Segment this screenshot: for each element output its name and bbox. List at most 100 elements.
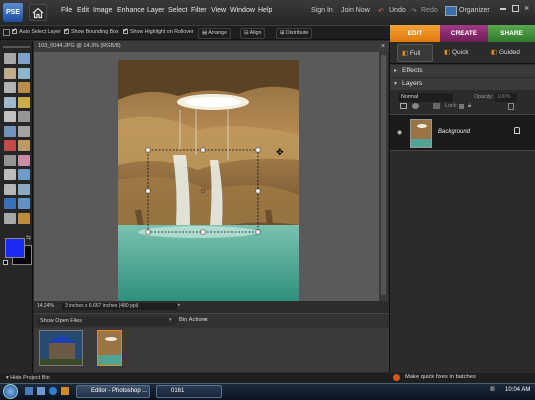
distribute-button[interactable]: ⊞ Distribute (276, 28, 313, 39)
layer-mask-icon[interactable] (433, 103, 440, 109)
quick-fix-bar[interactable]: Make quick fixes in batches (389, 373, 535, 383)
straighten-tool-icon[interactable] (18, 125, 30, 137)
gradient-tool-icon[interactable] (18, 183, 30, 195)
bin-thumbnail-2[interactable] (97, 330, 122, 366)
burn-tool-icon[interactable] (18, 212, 30, 224)
taskbar-item-photoshop[interactable]: Editor - Photoshop ... (76, 385, 150, 398)
taskbar-item-folder[interactable]: 0161 (156, 385, 222, 398)
quick-selection-tool-icon[interactable] (18, 96, 30, 108)
join-now-link[interactable]: Join Now (341, 7, 370, 14)
trash-icon[interactable] (508, 103, 514, 110)
show-bounding-box-checkbox[interactable]: Show Bounding Box (64, 27, 119, 35)
red-eye-tool-icon[interactable] (4, 140, 16, 151)
show-highlight-label: Show Highlight on Rollover (130, 29, 194, 35)
healing-brush-tool-icon[interactable] (18, 140, 30, 151)
menu-enhance[interactable]: Enhance (117, 7, 145, 14)
organizer-icon[interactable] (445, 6, 457, 16)
document-dimensions[interactable]: 3 inches x 6.667 inches (480 ppi) (62, 303, 177, 310)
expand-arrow-icon[interactable]: ▸ (394, 67, 397, 74)
paint-bucket-tool-icon[interactable] (4, 183, 16, 195)
blend-mode-dropdown[interactable]: Normal (398, 93, 453, 102)
auto-select-layer-checkbox[interactable]: Auto Select Layer (12, 27, 61, 35)
home-button[interactable] (29, 4, 47, 21)
cookie-cutter-tool-icon[interactable] (4, 125, 16, 137)
bin-thumbnail-1[interactable] (39, 330, 83, 366)
redo-button[interactable]: Redo (421, 7, 438, 14)
clone-stamp-tool-icon[interactable] (4, 154, 16, 166)
blur-tool-icon[interactable] (18, 198, 30, 209)
brush-tool-icon[interactable] (4, 169, 16, 180)
menu-help[interactable]: Help (258, 7, 272, 14)
scrollbar-thumb[interactable] (381, 55, 386, 295)
browser-icon[interactable] (49, 387, 57, 395)
show-desktop-icon[interactable] (25, 387, 33, 395)
opacity-field[interactable]: 100% (495, 93, 517, 102)
tab-create[interactable]: CREATE (440, 25, 488, 42)
tab-quick-fix[interactable]: ◧ Quick (440, 44, 480, 62)
menu-filter[interactable]: Filter (191, 7, 207, 14)
hide-project-bin-button[interactable]: ▾ Hide Project Bin (0, 373, 389, 383)
organizer-button[interactable]: Organizer (459, 7, 490, 14)
default-colors-icon[interactable] (3, 260, 8, 265)
move-tool-icon[interactable] (4, 53, 16, 64)
menu-image[interactable]: Image (93, 7, 112, 14)
undo-button[interactable]: Undo (389, 7, 406, 14)
start-button[interactable] (3, 384, 18, 399)
chevron-down-icon[interactable]: ▾ (169, 317, 172, 323)
marquee-tool-icon[interactable] (4, 82, 16, 93)
document-close-icon[interactable]: × (381, 43, 385, 50)
smart-brush-tool-icon[interactable] (18, 169, 30, 180)
show-highlight-checkbox[interactable]: Show Highlight on Rollover (123, 27, 194, 35)
taskbar-item-photoshop-label: Editor - Photoshop ... (91, 388, 148, 394)
document-image[interactable] (118, 60, 299, 301)
crop-tool-icon[interactable] (18, 111, 30, 122)
document-tab[interactable]: 103_0044.JPG @ 14.3% (RGB/8) (34, 41, 389, 52)
bin-actions-arrow-icon[interactable]: ▾ (204, 317, 207, 323)
eraser-tool-icon[interactable] (18, 154, 30, 166)
clock[interactable]: 10:04 AM (505, 387, 530, 393)
menu-file[interactable]: File (61, 7, 72, 14)
arrange-button[interactable]: ▤ Arrange (198, 28, 232, 39)
show-open-files-label: Show Open Files (40, 318, 82, 324)
eyedropper-tool-icon[interactable] (18, 67, 30, 79)
redo-icon[interactable]: ↷ (411, 7, 417, 15)
effects-panel-header[interactable]: Effects (390, 65, 535, 77)
menu-edit[interactable]: Edit (77, 7, 89, 14)
adjustment-layer-icon[interactable] (412, 103, 419, 109)
minimize-icon[interactable] (500, 8, 506, 10)
sign-in-link[interactable]: Sign In (311, 7, 333, 14)
layers-panel-header[interactable]: Layers (390, 78, 535, 90)
swap-colors-icon[interactable]: ⇆ (26, 234, 31, 241)
visibility-eye-icon[interactable]: ◉ (397, 129, 402, 136)
hand-tool-icon[interactable] (4, 67, 16, 79)
new-layer-icon[interactable] (400, 103, 407, 109)
menu-select[interactable]: Select (168, 7, 187, 14)
lock-transparency-icon[interactable] (459, 104, 464, 109)
menu-window[interactable]: Window (230, 7, 255, 14)
tab-edit[interactable]: EDIT (390, 25, 440, 42)
menu-layer[interactable]: Layer (147, 7, 165, 14)
switch-windows-icon[interactable] (37, 387, 45, 395)
collapse-arrow-icon[interactable]: ▾ (394, 80, 397, 87)
maximize-icon[interactable] (512, 5, 519, 12)
close-icon[interactable]: × (524, 3, 529, 13)
sponge-tool-icon[interactable] (4, 212, 16, 224)
undo-icon[interactable]: ↶ (378, 7, 384, 15)
folder-icon[interactable] (61, 387, 69, 395)
network-icon[interactable]: ▥ (490, 386, 495, 392)
show-open-files-dropdown[interactable]: Show Open Files (37, 317, 177, 326)
zoom-tool-icon[interactable] (18, 53, 30, 64)
tab-guided-edit[interactable]: ◧ Guided (487, 44, 527, 62)
tab-share[interactable]: SHARE (488, 25, 535, 42)
tab-full-edit[interactable]: ◧ Full (397, 44, 433, 62)
lasso-tool-icon[interactable] (18, 82, 30, 93)
menu-view[interactable]: View (211, 7, 226, 14)
status-menu-arrow-icon[interactable]: ▸ (178, 302, 181, 308)
align-button[interactable]: ⊟ Align (240, 28, 266, 39)
type-tool-icon[interactable] (4, 111, 16, 122)
shape-tool-icon[interactable] (4, 198, 16, 209)
magic-wand-tool-icon[interactable] (4, 96, 16, 108)
lock-icon[interactable]: 🔒︎ (468, 103, 471, 110)
layer-row-background[interactable]: ◉ Background (390, 114, 535, 151)
foreground-color-swatch[interactable] (5, 238, 25, 258)
